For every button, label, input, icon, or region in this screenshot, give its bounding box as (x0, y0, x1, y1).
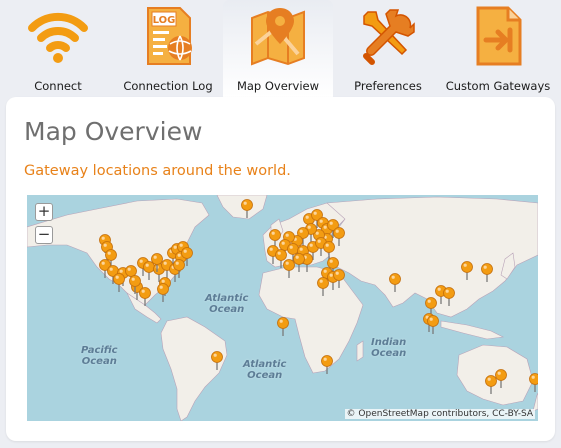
gateway-marker[interactable] (425, 297, 437, 317)
gateway-marker[interactable] (157, 283, 169, 303)
tab-preferences[interactable]: Preferences (333, 0, 443, 97)
map-overview-panel: Map Overview Gateway locations around th… (6, 97, 555, 441)
tools-icon (363, 9, 415, 65)
wifi-icon (28, 12, 88, 63)
gateway-marker[interactable] (529, 373, 539, 393)
log-icon-text: LOG (153, 15, 176, 26)
tab-custom-gateways[interactable]: Custom Gateways (443, 0, 553, 97)
zoom-out-button[interactable]: − (35, 226, 53, 244)
tab-label: Connection Log (123, 79, 213, 93)
map-pin-icon (251, 8, 305, 66)
land-masses (27, 195, 538, 421)
gateway-import-icon (476, 6, 522, 66)
tab-map-overview[interactable]: Map Overview (223, 0, 333, 97)
ocean-label-atlantic-south: Atlantic Ocean (243, 359, 287, 381)
ocean-label-indian: Indian Ocean (371, 337, 407, 359)
page-title: Map Overview (24, 117, 203, 146)
ocean-label-atlantic-north: Atlantic Ocean (205, 293, 249, 315)
tab-label: Map Overview (236, 79, 320, 93)
page-subtitle: Gateway locations around the world. (24, 163, 291, 179)
tab-label: Custom Gateways (445, 79, 551, 93)
map-canvas[interactable] (27, 195, 538, 421)
map-attribution: © OpenStreetMap contributors, CC-BY-SA (344, 409, 535, 419)
zoom-in-button[interactable]: + (35, 203, 53, 221)
toolbar: Connect LOG Connection Log Map Overview (0, 0, 561, 97)
tab-connection-log[interactable]: LOG Connection Log (113, 0, 223, 97)
gateway-marker[interactable] (277, 317, 289, 337)
tab-label: Connect (34, 79, 82, 93)
log-document-icon: LOG (147, 7, 192, 65)
ocean-label-pacific: Pacific Ocean (81, 345, 118, 367)
tab-connect[interactable]: Connect (3, 0, 113, 97)
world-map[interactable]: + − Atlantic Ocean Atlantic Ocean Pacifi… (27, 195, 538, 421)
tab-label: Preferences (354, 79, 422, 93)
